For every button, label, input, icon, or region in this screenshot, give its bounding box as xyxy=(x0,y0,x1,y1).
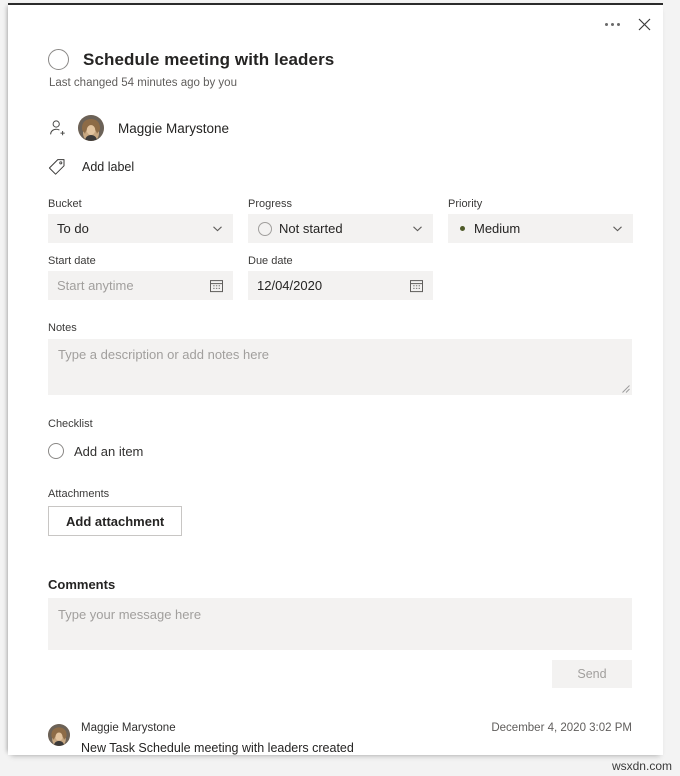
chevron-down-icon xyxy=(213,226,222,232)
close-button[interactable] xyxy=(631,13,657,35)
activity-timestamp: December 4, 2020 3:02 PM xyxy=(491,722,632,734)
checklist-add-item[interactable]: Add an item xyxy=(48,443,641,459)
notes-placeholder: Type a description or add notes here xyxy=(58,347,270,362)
start-date-value: Start anytime xyxy=(57,278,134,293)
chevron-down-icon xyxy=(613,226,622,232)
due-date-input[interactable]: 12/04/2020 xyxy=(248,271,433,300)
calendar-icon xyxy=(410,280,423,293)
due-date-label: Due date xyxy=(248,255,293,267)
add-person-icon xyxy=(50,120,65,136)
send-button[interactable]: Send xyxy=(552,660,632,688)
watermark: wsxdn.com xyxy=(611,759,672,773)
priority-dot-icon xyxy=(460,226,465,231)
comment-placeholder: Type your message here xyxy=(58,607,202,622)
task-detail-window: Schedule meeting with leaders Last chang… xyxy=(8,3,663,755)
add-label-row[interactable]: Add label xyxy=(48,158,641,176)
add-attachment-button[interactable]: Add attachment xyxy=(48,506,183,536)
start-date-input[interactable]: Start anytime xyxy=(48,271,233,300)
more-options-button[interactable] xyxy=(599,13,625,35)
due-date-value: 12/04/2020 xyxy=(257,278,323,293)
task-complete-checkbox[interactable] xyxy=(48,49,69,70)
tag-icon xyxy=(48,159,65,175)
priority-label: Priority xyxy=(448,198,483,210)
resize-handle-icon[interactable] xyxy=(621,384,630,393)
checklist-label: Checklist xyxy=(48,418,93,430)
due-date-field: Due date 12/04/2020 xyxy=(248,243,433,300)
assignee-row[interactable]: Maggie Marystone xyxy=(48,115,641,141)
fields-spacer xyxy=(448,243,633,300)
last-changed-text: Last changed 54 minutes ago by you xyxy=(49,77,237,89)
page-title[interactable]: Schedule meeting with leaders xyxy=(83,50,334,70)
notes-input[interactable]: Type a description or add notes here xyxy=(48,339,632,395)
notes-label: Notes xyxy=(48,322,77,334)
start-date-field: Start date Start anytime xyxy=(48,243,233,300)
bucket-dropdown[interactable]: To do xyxy=(48,214,233,243)
window-titlebar xyxy=(8,5,663,39)
activity-header: Maggie Marystone December 4, 2020 3:02 P… xyxy=(81,722,632,734)
activity-avatar xyxy=(48,724,70,746)
start-date-label: Start date xyxy=(48,255,96,267)
priority-field: Priority Medium xyxy=(448,198,633,243)
task-title-row: Schedule meeting with leaders xyxy=(48,49,641,70)
close-icon xyxy=(638,18,650,30)
screenshot-root: Schedule meeting with leaders Last chang… xyxy=(0,0,680,776)
calendar-icon xyxy=(210,280,223,293)
activity-body: Maggie Marystone December 4, 2020 3:02 P… xyxy=(81,722,632,755)
chevron-down-icon xyxy=(413,226,422,232)
not-started-icon xyxy=(258,221,272,236)
priority-value: Medium xyxy=(474,221,521,236)
task-detail-content: Schedule meeting with leaders Last chang… xyxy=(8,49,663,755)
progress-dropdown[interactable]: Not started xyxy=(248,214,433,243)
task-fields-grid: Bucket To do Progress Not started Priori… xyxy=(48,198,641,300)
ellipsis-icon xyxy=(604,22,620,26)
attachments-label: Attachments xyxy=(48,488,110,500)
send-row: Send xyxy=(48,660,632,688)
activity-author: Maggie Marystone xyxy=(81,722,176,734)
add-label-text: Add label xyxy=(82,160,135,174)
bucket-value: To do xyxy=(57,221,89,236)
comment-input[interactable]: Type your message here xyxy=(48,598,632,650)
comments-heading: Comments xyxy=(48,577,116,592)
activity-text: New Task Schedule meeting with leaders c… xyxy=(81,741,354,755)
progress-label: Progress xyxy=(248,198,293,210)
priority-dropdown[interactable]: Medium xyxy=(448,214,633,243)
activity-item: Maggie Marystone December 4, 2020 3:02 P… xyxy=(48,722,632,755)
avatar xyxy=(78,115,104,141)
checklist-add-item-text: Add an item xyxy=(74,443,144,459)
progress-field: Progress Not started xyxy=(248,198,433,243)
bucket-field: Bucket To do xyxy=(48,198,233,243)
assignee-name: Maggie Marystone xyxy=(118,120,230,136)
bucket-label: Bucket xyxy=(48,198,82,210)
progress-value: Not started xyxy=(279,221,343,236)
checklist-circle-icon xyxy=(48,443,64,459)
